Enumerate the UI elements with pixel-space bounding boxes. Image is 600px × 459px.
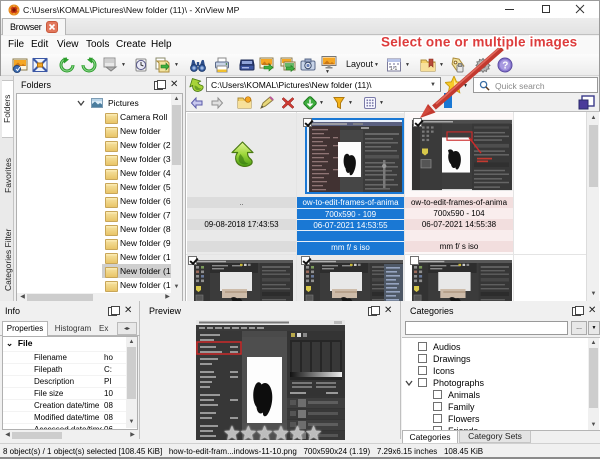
svg-text:Select one or multiple images: Select one or multiple images [381, 35, 577, 50]
